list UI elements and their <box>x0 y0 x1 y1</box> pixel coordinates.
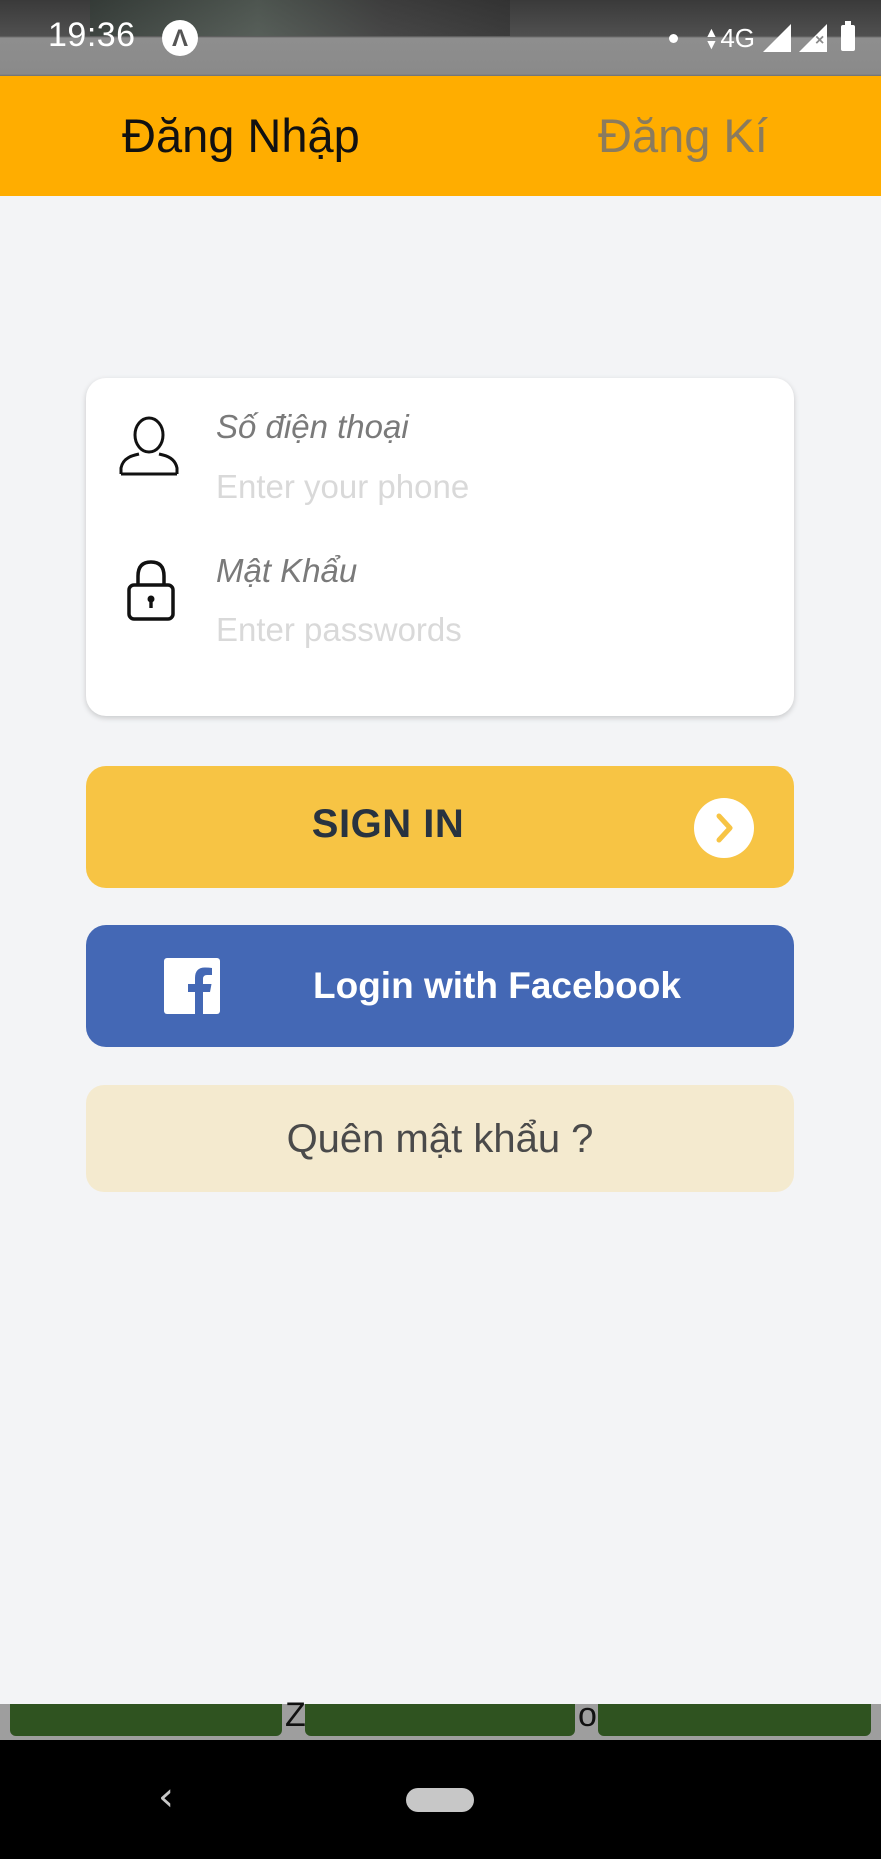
login-form-card: Số điện thoại Enter your phone Mật Khẩu … <box>86 378 794 716</box>
password-label: Mật Khẩu <box>216 552 358 589</box>
data-arrows-icon: ▲ ▼ <box>704 24 719 52</box>
system-navigation-bar: ‹ <box>0 1740 881 1859</box>
status-indicators: ▲ ▼ 4G × <box>669 18 855 58</box>
sign-in-label: SIGN IN <box>311 802 465 846</box>
arrow-right-icon <box>694 798 754 858</box>
app-notification-icon: Λ <box>162 20 198 56</box>
user-icon <box>119 416 179 476</box>
tab-register[interactable]: Đăng Kí <box>598 108 768 163</box>
status-bar: 19:36 Λ ▲ ▼ 4G × <box>0 0 881 76</box>
battery-icon <box>841 21 855 51</box>
status-time: 19:36 <box>48 16 136 54</box>
password-input[interactable]: Enter passwords <box>216 611 462 649</box>
forgot-password-label: Quên mật khẩu ? <box>286 1117 594 1161</box>
tab-login[interactable]: Đăng Nhập <box>122 108 360 163</box>
background-button <box>305 1704 575 1736</box>
lock-icon <box>127 560 175 621</box>
network-indicator: ▲ ▼ 4G <box>704 23 755 54</box>
sign-in-button[interactable]: SIGN IN <box>86 766 794 888</box>
signal-icon <box>763 24 791 52</box>
facebook-login-label: Login with Facebook <box>313 965 681 1006</box>
background-glyph: o <box>578 1696 597 1734</box>
background-button-strip: Z o <box>0 1696 881 1740</box>
facebook-icon <box>164 958 220 1014</box>
phone-label: Số điện thoại <box>216 408 409 445</box>
forgot-password-button[interactable]: Quên mật khẩu ? <box>86 1085 794 1192</box>
signal-no-service-icon: × <box>799 24 827 52</box>
status-bar-background <box>90 0 510 36</box>
background-button <box>10 1704 282 1736</box>
network-type: 4G <box>720 22 755 53</box>
notification-dot-icon <box>669 33 679 43</box>
facebook-login-button[interactable]: Login with Facebook <box>86 925 794 1047</box>
background-button <box>598 1704 871 1736</box>
background-glyph: Z <box>285 1696 306 1734</box>
auth-tab-bar: Đăng Nhập Đăng Kí <box>0 76 881 196</box>
back-icon[interactable]: ‹ <box>158 1774 174 1820</box>
home-pill-icon[interactable] <box>406 1788 474 1812</box>
phone-input[interactable]: Enter your phone <box>216 468 469 506</box>
